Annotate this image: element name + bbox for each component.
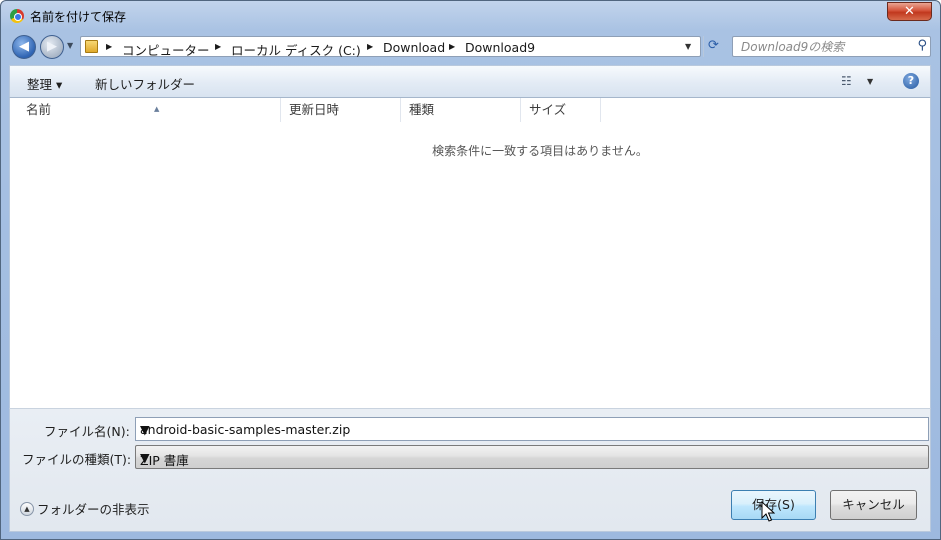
column-header-label: 更新日時	[289, 102, 340, 117]
chevron-down-icon[interactable]: ▼	[685, 42, 691, 51]
column-header-modified[interactable]: 更新日時	[281, 98, 401, 122]
search-input[interactable]	[739, 38, 907, 55]
breadcrumb-local-disk[interactable]: ローカル ディスク (C:)	[231, 40, 361, 59]
filetype-label: ファイルの種類(T):	[22, 452, 132, 467]
chevron-down-icon[interactable]: ▼	[140, 422, 924, 437]
column-header-label: 名前	[26, 102, 52, 117]
hide-folders-toggle[interactable]: ▲ フォルダーの非表示	[20, 499, 150, 518]
chevron-right-icon[interactable]: ▶	[106, 42, 112, 51]
chevron-down-icon[interactable]: ▼	[140, 450, 924, 465]
chevron-right-icon[interactable]: ▶	[449, 42, 455, 51]
column-header-label: 種類	[409, 102, 435, 117]
window-title: 名前を付けて保存	[30, 10, 127, 24]
column-header-name[interactable]: 名前 ▲	[18, 98, 281, 122]
back-arrow-icon: ◀	[19, 39, 29, 54]
chevron-right-icon[interactable]: ▶	[215, 42, 221, 51]
forward-arrow-icon: ▶	[47, 39, 57, 54]
search-box[interactable]: ⚲	[732, 36, 931, 57]
new-folder-button[interactable]: 新しいフォルダー	[95, 74, 195, 93]
organize-button[interactable]: 整理 ▾	[27, 74, 62, 93]
column-header-label: サイズ	[529, 102, 567, 117]
refresh-icon: ⟳	[708, 38, 719, 53]
save-options-panel: ファイル名(N): android-basic-samples-master.z…	[9, 408, 931, 532]
mouse-cursor-icon	[761, 501, 775, 522]
filename-field[interactable]: android-basic-samples-master.zip ▼	[135, 417, 929, 441]
command-toolbar: 整理 ▾ 新しいフォルダー ☷ ▼ ?	[9, 65, 931, 98]
folder-icon	[85, 40, 98, 53]
help-icon[interactable]: ?	[903, 73, 919, 89]
breadcrumb-computer[interactable]: コンピューター	[122, 40, 210, 59]
collapse-up-icon: ▲	[20, 501, 34, 516]
chevron-down-icon[interactable]: ▼	[867, 77, 873, 86]
chrome-icon	[10, 9, 24, 23]
recent-locations-dropdown[interactable]: ▼	[67, 41, 73, 50]
hide-folders-label: フォルダーの非表示	[37, 502, 150, 517]
cancel-button[interactable]: キャンセル	[830, 490, 917, 520]
file-list[interactable]: 名前 ▲ 更新日時 種類 サイズ 検索条件に一致する項目はありません。	[9, 98, 931, 408]
forward-button[interactable]: ▶	[40, 35, 64, 59]
view-options-icon[interactable]: ☷	[841, 74, 852, 88]
address-bar[interactable]: ▶ コンピューター ▶ ローカル ディスク (C:) ▶ Download ▶ …	[80, 36, 701, 59]
breadcrumb-download[interactable]: Download	[383, 40, 445, 55]
refresh-button[interactable]: ⟳	[703, 36, 723, 57]
sort-ascending-icon: ▲	[154, 105, 160, 113]
search-icon[interactable]: ⚲	[917, 38, 927, 53]
back-button[interactable]: ◀	[12, 35, 36, 59]
save-as-dialog: 名前を付けて保存 ✕ ◀ ▶ ▼ ▶ コンピューター ▶ ローカル ディスク (…	[0, 0, 941, 540]
filename-label: ファイル名(N):	[44, 424, 130, 439]
column-header-size[interactable]: サイズ	[521, 98, 601, 122]
title-bar: 名前を付けて保存 ✕	[1, 1, 940, 31]
empty-message: 検索条件に一致する項目はありません。	[432, 144, 648, 158]
close-button[interactable]: ✕	[887, 2, 932, 21]
breadcrumb-download9[interactable]: Download9	[465, 40, 535, 55]
chevron-right-icon[interactable]: ▶	[367, 42, 373, 51]
filetype-select[interactable]: ZIP 書庫 ▼	[135, 445, 929, 469]
column-header-type[interactable]: 種類	[401, 98, 521, 122]
